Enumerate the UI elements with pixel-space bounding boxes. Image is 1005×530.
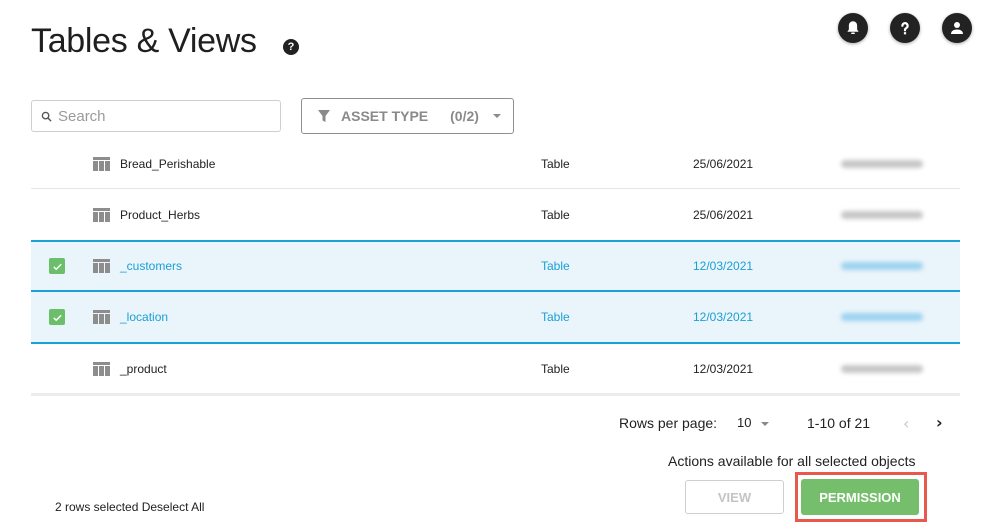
row-type: Table [541,259,570,273]
selected-count: 2 rows selected [55,500,139,514]
row-checkbox-checked[interactable] [49,258,65,274]
table-row-selected[interactable]: _customers Table 12/03/2021 [31,240,960,292]
row-owner-redacted [841,159,923,168]
rows-per-page-select[interactable]: 10 [737,415,751,430]
row-date: 25/06/2021 [693,207,754,222]
user-icon[interactable] [942,13,972,43]
table-row[interactable]: Bread_Perishable Table 25/06/2021 [31,139,960,189]
bell-icon[interactable] [838,13,868,43]
row-type: Table [541,361,570,376]
row-date: 12/03/2021 [693,361,754,376]
row-type: Table [541,156,570,171]
selection-status: 2 rows selected Deselect All [55,500,204,514]
table-icon [93,259,110,273]
help-icon[interactable] [890,13,920,43]
row-type: Table [541,207,570,222]
question-circle-icon[interactable]: ? [283,39,299,55]
filter-icon [318,110,330,122]
chevron-down-icon[interactable] [761,422,769,426]
row-date: 12/03/2021 [693,310,754,324]
table-row[interactable]: Product_Herbs Table 25/06/2021 [31,189,960,241]
asset-type-count: (0/2) [450,108,479,124]
table-icon [93,310,110,324]
page-title: Tables & Views [31,22,257,60]
check-icon [52,314,62,321]
row-type: Table [541,310,570,324]
row-owner-redacted [841,364,923,373]
table-icon [93,156,110,171]
row-name[interactable]: Bread_Perishable [120,157,215,171]
row-date: 25/06/2021 [693,156,754,171]
table-row[interactable]: _product Table 12/03/2021 [31,344,960,396]
row-date: 12/03/2021 [693,259,754,273]
asset-type-label: ASSET TYPE [341,108,429,124]
row-name[interactable]: _location [120,310,168,324]
view-button[interactable]: VIEW [685,480,784,514]
prev-page-icon[interactable]: ‹ [903,414,909,433]
row-owner-redacted [841,262,923,270]
table-icon [93,361,110,376]
pagination-range: 1-10 of 21 [807,415,871,431]
search-box[interactable] [31,100,281,132]
row-name[interactable]: _product [120,362,167,376]
chevron-down-icon [492,114,501,118]
rows-per-page-label: Rows per page: [619,415,718,431]
check-icon [52,263,62,270]
search-input[interactable] [58,107,258,125]
next-page-icon[interactable]: › [936,413,943,432]
actions-label: Actions available for all selected objec… [668,453,916,469]
row-checkbox-checked[interactable] [49,309,65,325]
asset-type-filter[interactable]: ASSET TYPE (0/2) [301,98,514,134]
row-name[interactable]: _customers [120,259,182,273]
row-owner-redacted [841,313,923,321]
table-row-selected[interactable]: _location Table 12/03/2021 [31,292,960,344]
permission-button[interactable]: PERMISSION [801,479,919,515]
row-name[interactable]: Product_Herbs [120,208,200,222]
row-owner-redacted [841,210,923,219]
search-icon [41,111,52,122]
table-icon [93,207,110,222]
deselect-all-link[interactable]: Deselect All [142,500,205,514]
assets-table: Bread_Perishable Table 25/06/2021 Produc… [31,139,960,396]
